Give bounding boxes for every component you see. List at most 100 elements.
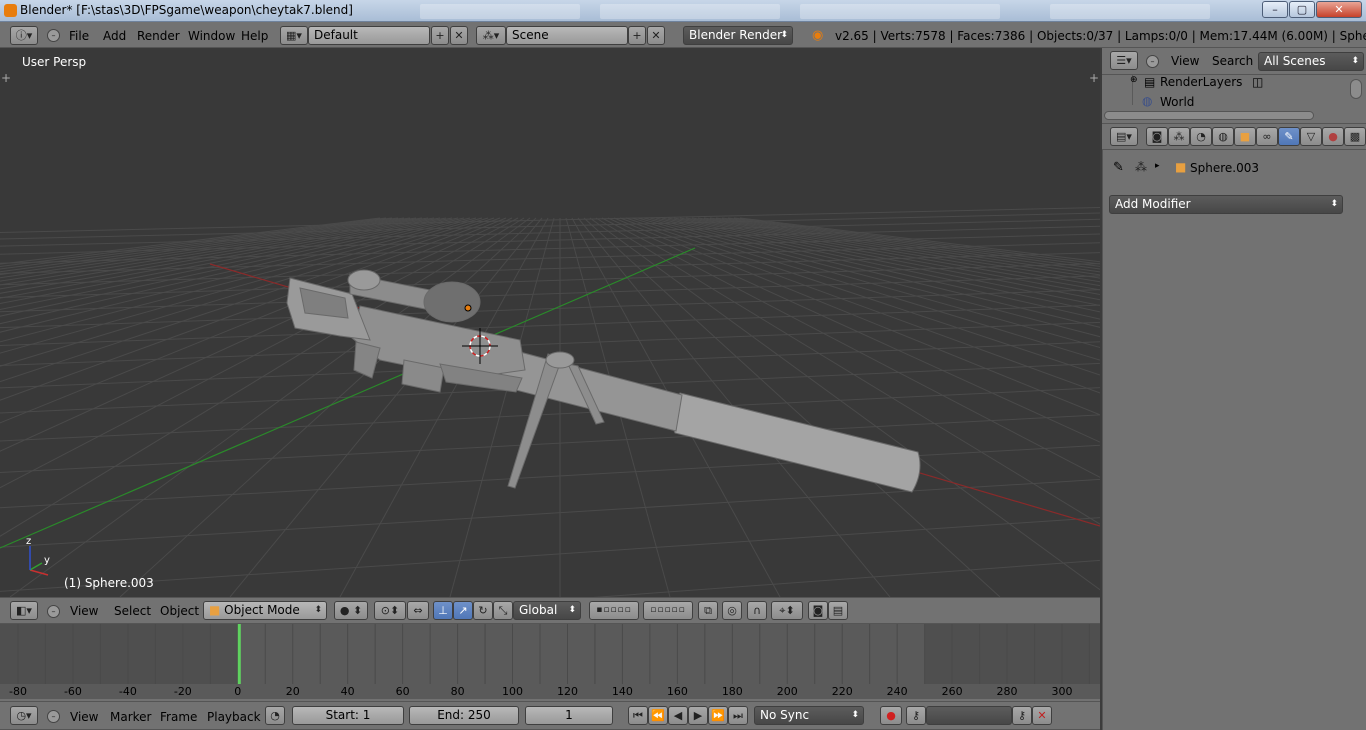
scene-field[interactable]: Scene [506, 26, 628, 45]
pin-icon[interactable]: ✎ [1113, 160, 1124, 175]
timeline-editor[interactable] [0, 624, 1100, 686]
manipulator-center-button[interactable]: ⇔ [407, 601, 429, 620]
3d-viewport[interactable]: y z + + User Persp (1) Sphere.003 [0, 48, 1100, 597]
current-frame-indicator[interactable] [237, 624, 241, 686]
editor-type-outliner-button[interactable]: ☰▾ [1110, 51, 1138, 70]
opengl-render-image-button[interactable]: ◙ [808, 601, 828, 620]
menu-object[interactable]: Object [160, 604, 199, 618]
screen-layout-button[interactable]: ▦▾ [280, 26, 308, 45]
menu-window[interactable]: Window [188, 29, 235, 43]
auto-keying-button[interactable]: ● [880, 706, 902, 725]
editor-type-timeline-button[interactable]: ◷▾ [10, 706, 38, 725]
lock-layers-button[interactable]: ⧉ [698, 601, 718, 620]
expand-icon[interactable]: ⊕ [1130, 75, 1138, 85]
axis-y-label: y [44, 555, 50, 566]
tab-render[interactable]: ◙ [1146, 127, 1168, 146]
menu-view[interactable]: View [70, 604, 98, 618]
end-frame-field[interactable]: End: 250 [409, 706, 519, 725]
viewport-shading-button[interactable]: ● ⬍ [334, 601, 368, 620]
sync-mode-dropdown[interactable]: No Sync ⬍ [754, 706, 864, 725]
tab-material[interactable]: ● [1322, 127, 1344, 146]
minimize-button[interactable]: – [1262, 1, 1288, 18]
rotate-manipulator-button[interactable]: ↻ [473, 601, 493, 620]
render-layer-icon[interactable]: ◫ [1252, 75, 1263, 89]
use-preview-range-button[interactable]: ◔ [265, 706, 285, 725]
outliner-filter-dropdown[interactable]: All Scenes ⬍ [1258, 52, 1364, 71]
add-modifier-dropdown[interactable]: Add Modifier ⬍ [1109, 195, 1343, 214]
collapse-menu-icon[interactable]: – [47, 29, 60, 42]
outliner-panel[interactable]: ⊕ ▤ RenderLayers ◫ ◍ World [1102, 75, 1366, 123]
collapse-menu-icon[interactable]: – [47, 605, 60, 618]
opengl-render-animation-button[interactable]: ▤ [828, 601, 848, 620]
grid-line [0, 217, 501, 401]
pivot-point-button[interactable]: ⊙⬍ [374, 601, 406, 620]
tab-scene[interactable]: ◔ [1190, 127, 1212, 146]
delete-screen-button[interactable]: ✕ [450, 26, 468, 45]
outliner-vertical-scrollbar[interactable] [1350, 79, 1362, 99]
menu-search[interactable]: Search [1212, 54, 1253, 68]
current-frame-field[interactable]: 1 [525, 706, 613, 725]
snap-toggle-button[interactable]: ∩ [747, 601, 767, 620]
outliner-item-world[interactable]: World [1160, 95, 1194, 109]
collapse-menu-icon[interactable]: – [1146, 55, 1159, 68]
screen-layout-field[interactable]: Default [308, 26, 430, 45]
tab-texture[interactable]: ▩ [1344, 127, 1366, 146]
menu-select[interactable]: Select [114, 604, 151, 618]
mode-dropdown[interactable]: ■ Object Mode ⬍ [203, 601, 327, 620]
region-expand-icon[interactable]: + [1, 71, 11, 85]
scene-selector-button[interactable]: ⁂▾ [476, 26, 506, 45]
render-engine-dropdown[interactable]: Blender Render ⬍ [683, 26, 793, 45]
maximize-button[interactable]: ▢ [1289, 1, 1315, 18]
menu-help[interactable]: Help [241, 29, 268, 43]
editor-type-3dview-button[interactable]: ◧▾ [10, 601, 38, 620]
tab-modifiers[interactable]: ✎ [1278, 127, 1300, 146]
jump-to-keyframe-prev-button[interactable]: ⏪ [648, 706, 668, 725]
outliner-item-renderlayers[interactable]: RenderLayers [1160, 75, 1242, 89]
delete-scene-button[interactable]: ✕ [647, 26, 665, 45]
outliner-horizontal-scrollbar[interactable] [1104, 111, 1314, 120]
menu-add[interactable]: Add [103, 29, 126, 43]
layer-buttons-group-2[interactable]: ▫▫▫▫▫ [643, 601, 693, 620]
menu-marker[interactable]: Marker [110, 710, 151, 724]
manipulator-toggle-button[interactable]: ⊥ [433, 601, 453, 620]
play-button[interactable]: ▶ [688, 706, 708, 725]
close-button[interactable]: ✕ [1316, 1, 1362, 18]
add-screen-button[interactable]: + [431, 26, 449, 45]
close-icon: ✕ [454, 29, 464, 42]
active-keying-set-field[interactable] [926, 706, 1012, 725]
menu-render[interactable]: Render [137, 29, 180, 43]
timeline-ruler[interactable]: -80 -60 -40 -20 0 20 40 60 80 100 120 140 160 180 200 2… [0, 684, 1100, 699]
menu-view[interactable]: View [1171, 54, 1199, 68]
editor-type-info-button[interactable]: ⓘ▾ [10, 26, 38, 45]
add-scene-button[interactable]: + [628, 26, 646, 45]
snap-element-button[interactable]: ⌖⬍ [771, 601, 803, 620]
tab-object[interactable]: ■ [1234, 127, 1256, 146]
tab-data[interactable]: ▽ [1300, 127, 1322, 146]
menu-file[interactable]: File [69, 29, 89, 43]
jump-to-end-button[interactable]: ⏭ [728, 706, 748, 725]
insert-keyframe-button[interactable]: ⚷ [1012, 706, 1032, 725]
tab-world[interactable]: ◍ [1212, 127, 1234, 146]
tab-constraints[interactable]: ∞ [1256, 127, 1278, 146]
grid-line [0, 217, 525, 537]
start-frame-field[interactable]: Start: 1 [292, 706, 404, 725]
scale-manipulator-button[interactable]: ⤡ [493, 601, 513, 620]
region-expand-icon[interactable]: + [1089, 71, 1099, 85]
tab-render-layers[interactable]: ⁂ [1168, 127, 1190, 146]
play-reverse-button[interactable]: ◀ [668, 706, 688, 725]
proportional-edit-button[interactable]: ◎ [722, 601, 742, 620]
jump-to-start-button[interactable]: ⏮ [628, 706, 648, 725]
layer-buttons-group-1[interactable]: ▪▫▫▫▫ [589, 601, 639, 620]
collapse-menu-icon[interactable]: – [47, 710, 60, 723]
translate-manipulator-button[interactable]: ↗ [453, 601, 473, 620]
menu-view[interactable]: View [70, 710, 98, 724]
menu-playback[interactable]: Playback [207, 710, 261, 724]
orientation-dropdown[interactable]: Global ⬍ [513, 601, 581, 620]
editor-type-properties-button[interactable]: ▤▾ [1110, 127, 1138, 146]
jump-to-keyframe-next-button[interactable]: ⏩ [708, 706, 728, 725]
area-split-divider[interactable] [1100, 48, 1102, 730]
menu-frame[interactable]: Frame [160, 710, 197, 724]
outliner-filter-label: All Scenes [1264, 54, 1326, 68]
keying-set-button[interactable]: ⚷ [906, 706, 926, 725]
delete-keyframe-button[interactable]: ✕ [1032, 706, 1052, 725]
